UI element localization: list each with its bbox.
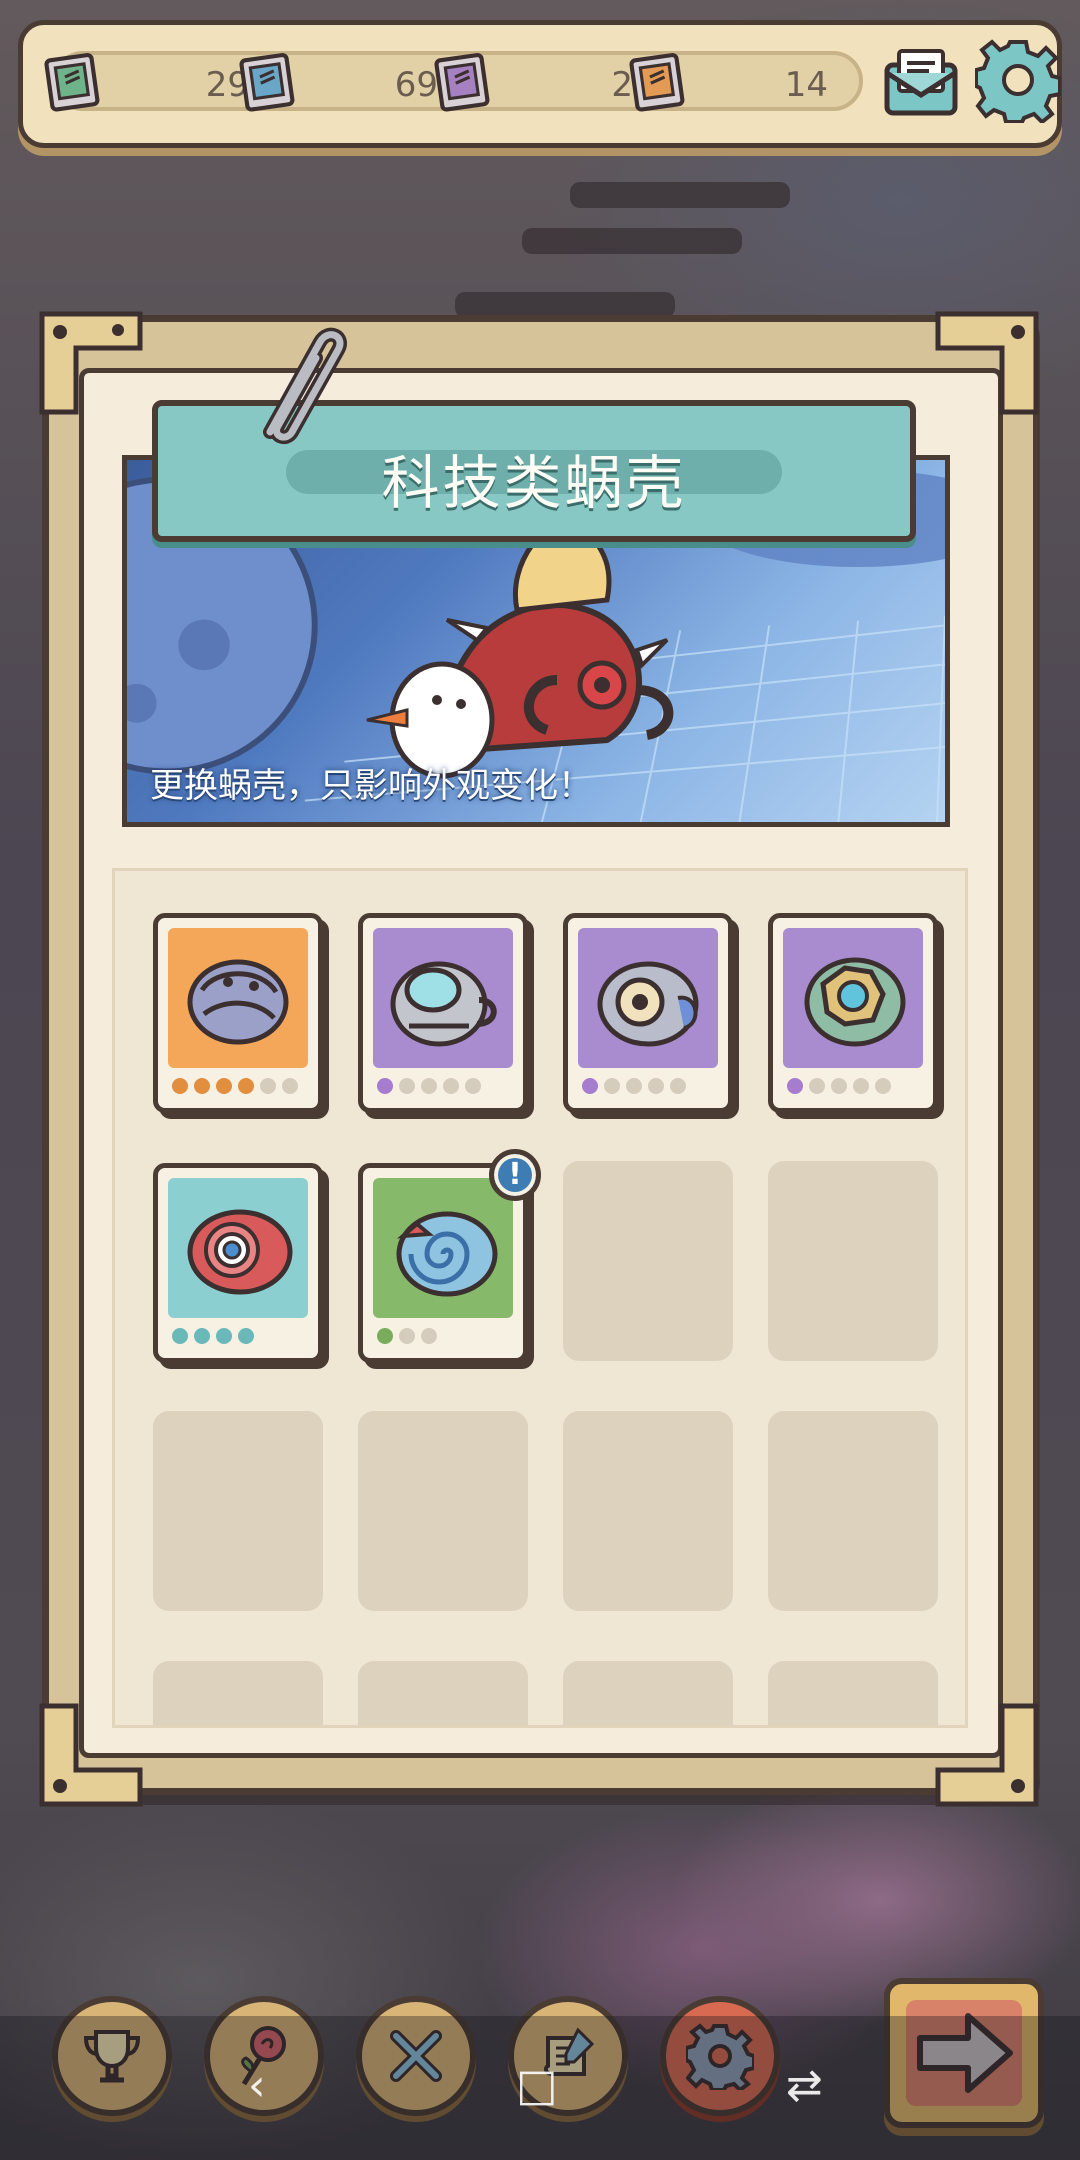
swirl-shell-icon xyxy=(396,1211,498,1297)
currency-green[interactable]: 29 xyxy=(43,37,253,129)
gear-shell-icon xyxy=(597,961,699,1047)
shell-card-art xyxy=(578,928,718,1068)
empty-slot xyxy=(563,1411,733,1611)
shell-card[interactable] xyxy=(768,913,938,1113)
empty-slot xyxy=(563,1661,733,1725)
shell-grid: ! xyxy=(112,868,968,1728)
green-tech-book-icon xyxy=(44,53,100,112)
shell-card-art xyxy=(373,1178,513,1318)
empty-slot xyxy=(358,1411,528,1611)
new-item-badge: ! xyxy=(489,1149,541,1201)
currency-purple[interactable]: 2 xyxy=(433,37,643,129)
gear-icon[interactable] xyxy=(975,37,1061,123)
shell-card-art xyxy=(168,928,308,1068)
blue-tech-book-icon xyxy=(239,53,295,112)
crystal-core-shell-icon xyxy=(804,957,906,1047)
shell-card-art xyxy=(168,1178,308,1318)
shell-panel-subtitle: 更换蜗壳，只影响外观变化！ xyxy=(150,766,592,806)
empty-slot xyxy=(768,1161,938,1361)
currency-bar: 29 69 2 14 xyxy=(18,20,1062,148)
system-home-button[interactable]: □ xyxy=(516,2060,558,2111)
rarity-dots xyxy=(172,1078,298,1096)
system-recents-button[interactable]: ⇄ xyxy=(786,2060,823,2111)
currency-green-value: 29 xyxy=(205,65,249,105)
corner-bracket xyxy=(935,311,1039,415)
empty-slot xyxy=(768,1661,938,1725)
purple-tech-book-icon xyxy=(434,53,490,112)
shell-card[interactable] xyxy=(153,1163,323,1363)
empty-slot xyxy=(768,1411,938,1611)
background-shelf xyxy=(522,228,742,254)
shell-card-art xyxy=(373,928,513,1068)
shell-card[interactable] xyxy=(153,913,323,1113)
shell-card[interactable] xyxy=(358,913,528,1113)
currency-blue[interactable]: 69 xyxy=(238,37,448,129)
armored-shell-icon xyxy=(187,959,289,1045)
empty-slot xyxy=(358,1661,528,1725)
rarity-dots xyxy=(377,1078,481,1096)
currency-purple-value: 2 xyxy=(611,65,633,105)
mail-icon[interactable] xyxy=(881,43,961,123)
rarity-dots xyxy=(377,1328,437,1346)
rarity-dots xyxy=(582,1078,686,1096)
empty-slot xyxy=(153,1411,323,1611)
corner-bracket xyxy=(39,311,143,415)
system-back-button[interactable]: ‹ xyxy=(248,2060,266,2111)
empty-slot xyxy=(563,1161,733,1361)
currency-orange[interactable]: 14 xyxy=(628,37,838,129)
paperclip-icon xyxy=(263,327,347,445)
target-shell-icon xyxy=(187,1209,293,1295)
shell-card-art xyxy=(783,928,923,1068)
rarity-dots xyxy=(787,1078,891,1096)
rarity-dots xyxy=(172,1328,254,1346)
orange-tech-book-icon xyxy=(629,53,685,112)
empty-slot xyxy=(153,1661,323,1725)
currency-orange-value: 14 xyxy=(784,65,828,105)
shell-card[interactable] xyxy=(563,913,733,1113)
diving-helmet-shell-icon xyxy=(390,961,497,1047)
currency-blue-value: 69 xyxy=(394,65,438,105)
background-shelf xyxy=(570,182,790,208)
